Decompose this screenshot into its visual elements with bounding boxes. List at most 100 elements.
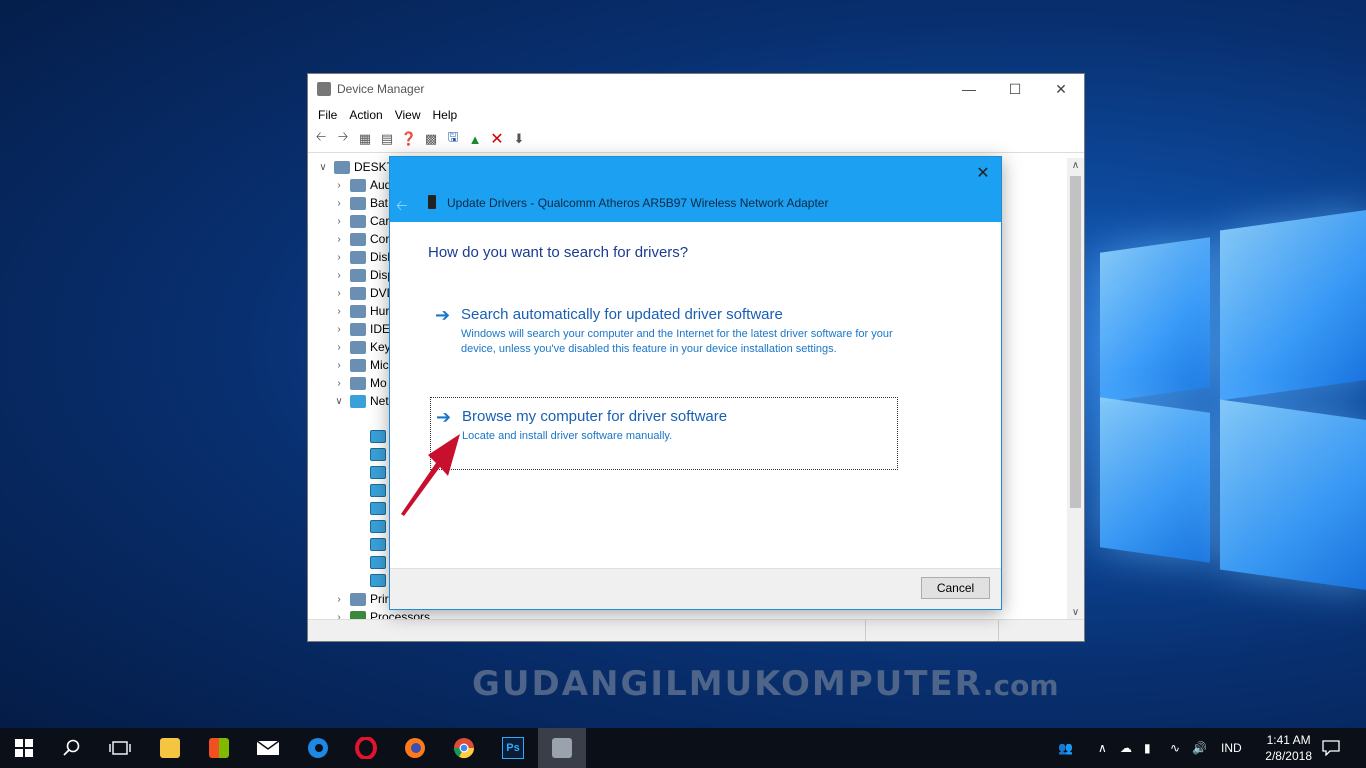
chevron-up-icon[interactable]: ∧ [1098,728,1107,768]
option-title[interactable]: Browse my computer for driver software [462,408,727,425]
tree-item[interactable]: › Mic [332,356,388,374]
close-icon[interactable]: ✕ [973,163,993,183]
tree-item[interactable]: › Cor [332,230,389,248]
chevron-right-icon: › [337,611,341,620]
chevron-right-icon: › [337,287,341,299]
network-adapter-icon[interactable] [370,574,386,587]
wifi-icon[interactable]: ∿ [1170,728,1180,768]
network-adapter-icon[interactable] [370,448,386,461]
photoshop-icon[interactable]: Ps [489,728,537,768]
back-arrow-icon[interactable]: 🡠 [312,129,330,148]
toolbar: 🡠 🡢 ▦ ▤ ❓ ▩ 🖫 ▲ ✕ ⬇ [308,126,1084,153]
close-button[interactable]: ✕ [1038,74,1084,104]
tree-item[interactable]: › Key [332,338,390,356]
status-divider [998,620,999,641]
firefox-icon[interactable] [391,728,439,768]
network-adapter-icon[interactable] [370,466,386,479]
expand-chevron-icon[interactable]: ∨ [316,162,330,173]
ide-icon [350,322,366,336]
download-icon[interactable]: ⬇ [510,130,528,148]
clock[interactable]: 1:41 AM 2/8/2018 [1265,732,1312,764]
maximize-button[interactable]: ☐ [992,74,1038,104]
menu-view[interactable]: View [389,108,427,122]
menu-action[interactable]: Action [343,108,388,122]
network-adapter-icon[interactable] [370,502,386,515]
arrow-right-icon: ➔ [436,407,452,427]
red-pointer-arrow [401,434,460,516]
tree-item[interactable]: › IDE [332,320,390,338]
dialog-header: ✕ 🡠 Update Drivers - Qualcomm Atheros AR… [390,157,1001,222]
scan-hardware-icon[interactable]: 🖫 [444,129,462,148]
battery-icon[interactable]: ▮ [1144,728,1151,768]
start-button[interactable] [0,728,48,768]
vertical-scrollbar[interactable]: ∧ ∨ [1067,158,1084,620]
network-adapter-icon[interactable] [370,520,386,533]
action-center-icon[interactable] [1322,728,1340,768]
volume-icon[interactable]: 🔊 [1192,728,1207,768]
tree-item[interactable]: › Aud [332,176,391,194]
tree-view-icon[interactable]: ▦ [356,130,374,148]
tree-item[interactable]: › Bat [332,194,388,212]
tree-item[interactable]: › Disp [332,266,394,284]
network-adapter-icon[interactable] [370,430,386,443]
printer-icon [350,592,366,606]
cancel-button[interactable]: Cancel [921,577,990,599]
tree-item[interactable]: › DVD [332,284,395,302]
windows-icon [15,739,33,757]
window-title: Device Manager [337,82,425,96]
search-automatically-option[interactable]: ➔ Search automatically for updated drive… [430,305,898,375]
properties-icon[interactable]: ▤ [378,130,396,148]
option-title[interactable]: Search automatically for updated driver … [461,306,783,323]
search-icon[interactable] [48,728,96,768]
network-adapter-icon[interactable] [370,556,386,569]
watermark: GUDANGILMUKOMPUTER.com [472,664,1059,704]
tree-item-network-adapters[interactable]: ∨ Net [332,392,388,410]
update-drivers-dialog: ✕ 🡠 Update Drivers - Qualcomm Atheros AR… [389,156,1002,610]
status-bar [308,619,1084,641]
arrow-right-icon: ➔ [435,305,451,325]
opera-icon[interactable] [342,728,390,768]
back-arrow-icon[interactable]: 🡠 [396,195,407,219]
tree-item[interactable]: › Mo [332,374,386,392]
menu-help[interactable]: Help [427,108,464,122]
update-driver-icon[interactable]: ▲ [466,130,484,148]
store-icon[interactable] [195,728,243,768]
dialog-footer: Cancel [390,568,1001,609]
language-indicator[interactable]: IND [1221,728,1242,768]
chevron-right-icon: › [337,233,341,245]
chevron-right-icon: › [337,269,341,281]
tree-item[interactable]: › Disl [332,248,390,266]
menu-file[interactable]: File [312,108,343,122]
network-icon [350,394,366,408]
edge-icon[interactable] [294,728,342,768]
computer-icon [350,232,366,246]
file-explorer-icon[interactable] [146,728,194,768]
taskbar: Ps 👥 ∧ ☁ ▮ ∿ 🔊 IND 1:41 AM 2/8/2018 [0,728,1366,768]
network-adapter-icon[interactable] [370,538,386,551]
title-bar: Device Manager — ☐ ✕ [308,74,1084,104]
scroll-down-icon[interactable]: ∨ [1067,607,1084,618]
tree-item[interactable]: › Car [332,212,389,230]
date-label: 2/8/2018 [1265,749,1312,763]
minimize-button[interactable]: — [946,74,992,104]
tree-item[interactable]: › Hur [332,302,389,320]
help-icon[interactable]: ❓ [400,130,418,148]
processor-icon [350,610,366,619]
uninstall-icon[interactable]: ✕ [488,130,506,148]
device-manager-taskbar-icon[interactable] [538,728,586,768]
mail-icon[interactable] [244,728,292,768]
chrome-icon[interactable] [440,728,488,768]
tree-item[interactable]: › Prir [332,590,388,608]
display-icon [350,268,366,282]
onedrive-icon[interactable]: ☁ [1120,728,1132,768]
task-view-icon[interactable] [96,728,144,768]
computer-icon [334,160,350,174]
network-adapter-icon[interactable] [370,484,386,497]
audio-icon [350,178,366,192]
scroll-up-icon[interactable]: ∧ [1067,160,1084,171]
forward-arrow-icon[interactable]: 🡢 [334,129,352,148]
scroll-thumb[interactable] [1070,176,1081,508]
people-icon[interactable]: 👥 [1058,728,1073,768]
browse-computer-option[interactable]: ➔ Browse my computer for driver software… [430,397,898,470]
view-icon[interactable]: ▩ [422,130,440,148]
